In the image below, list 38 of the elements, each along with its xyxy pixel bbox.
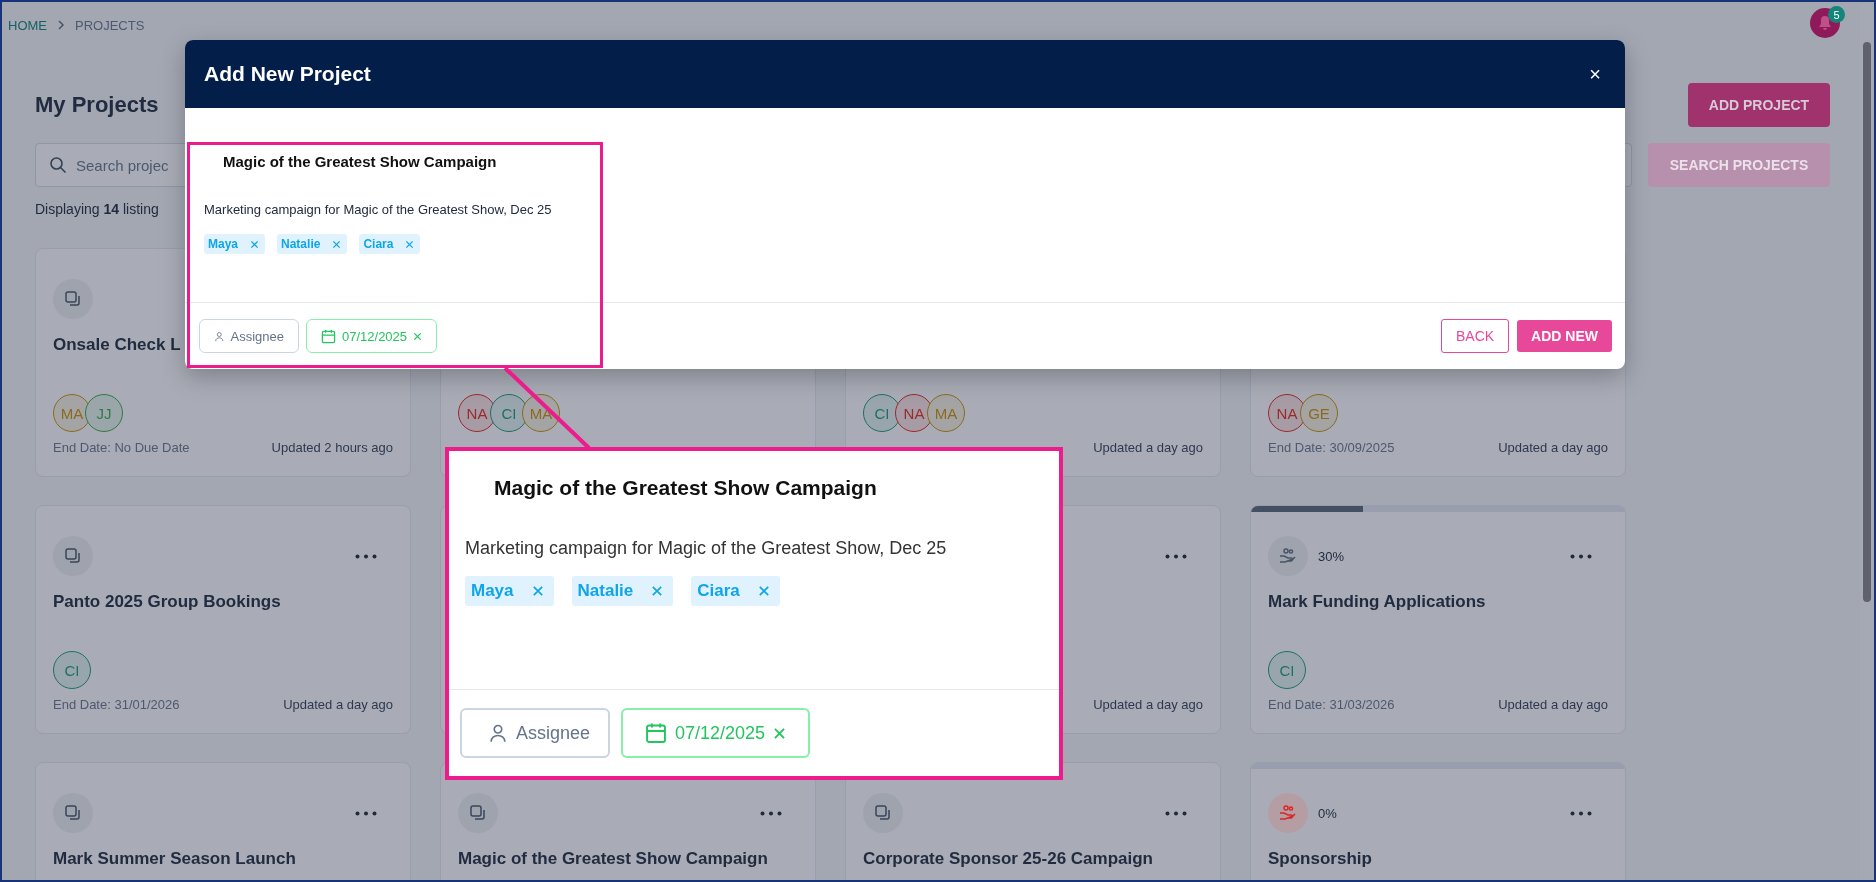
project-title: Magic of the Greatest Show Campaign: [493, 475, 878, 501]
end-date: End Date: No Due Date: [53, 440, 190, 457]
page-title: My Projects: [35, 92, 159, 118]
assignee-tag: Natalie: [571, 576, 674, 606]
assignee-tag: Natalie: [277, 234, 348, 254]
project-description: Marketing campaign for Magic of the Greatest Show, Dec 25: [465, 537, 948, 560]
notification-badge: 5: [1828, 6, 1845, 23]
updated-time: Updated a day ago: [1093, 440, 1203, 457]
listing-count: Displaying 14 listing: [35, 200, 159, 219]
avatar: MA: [927, 394, 965, 432]
updated-time: Updated a day ago: [1498, 440, 1608, 457]
project-title: Sponsorship: [1268, 849, 1372, 868]
project-title: Onsale Check L: [53, 335, 181, 354]
avatar: GE: [1300, 394, 1338, 432]
assignee-tag: Maya: [465, 576, 554, 606]
avatar: JJ: [85, 394, 123, 432]
project-title: Magic of the Greatest Show Campaign: [222, 152, 498, 172]
updated-time: Updated 2 hours ago: [271, 440, 393, 457]
assignee-tag: Ciara: [359, 234, 421, 254]
project-title: Mark Summer Season Launch: [53, 849, 296, 868]
project-title: Panto 2025 Group Bookings: [53, 592, 281, 611]
project-description: Marketing campaign for Magic of the Greatest Show, Dec 25: [204, 201, 553, 219]
avatar: CI: [1268, 651, 1306, 689]
dialog-title: Add New Project: [204, 62, 371, 86]
progress-reading: 30%: [1318, 548, 1345, 564]
end-date: End Date: 31/03/2026: [1268, 697, 1395, 714]
project-title: Corporate Sponsor 25-26 Campaign: [863, 849, 1153, 868]
project-title: Mark Funding Applications: [1268, 592, 1486, 611]
assignee-tag: Maya: [204, 234, 266, 254]
assignee-tag: Ciara: [691, 576, 780, 606]
progress-reading: 0%: [1318, 805, 1337, 821]
updated-time: Updated a day ago: [283, 697, 393, 714]
end-date: End Date: 31/01/2026: [53, 697, 180, 714]
project-title: Magic of the Greatest Show Campaign: [458, 849, 768, 868]
updated-time: Updated a day ago: [1498, 697, 1608, 714]
end-date: End Date: 30/09/2025: [1268, 440, 1395, 457]
updated-time: Updated a day ago: [1093, 697, 1203, 714]
avatar: CI: [53, 651, 91, 689]
